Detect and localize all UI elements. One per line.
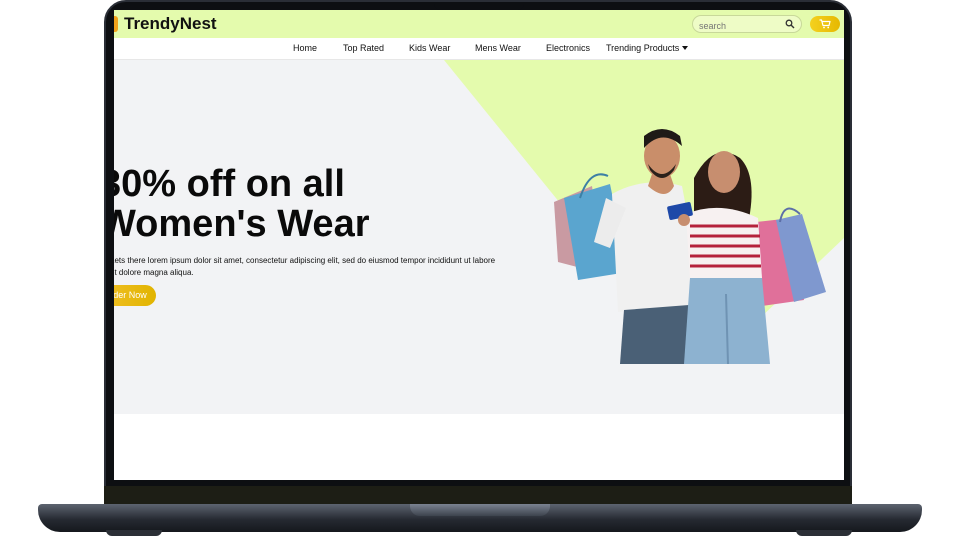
search-icon[interactable] [785, 19, 795, 29]
hero-banner: 30% off on all Women's Wear Lets there l… [114, 60, 844, 414]
camera-notch [434, 2, 524, 10]
cart-icon [819, 19, 831, 29]
nav-home[interactable]: Home [293, 43, 317, 53]
chevron-down-icon [682, 46, 689, 50]
hero-couple-photo [554, 129, 826, 364]
nav-electronics[interactable]: Electronics [546, 43, 590, 53]
cart-button[interactable] [810, 16, 840, 32]
search-box[interactable] [692, 15, 802, 34]
hero-description: Lets there lorem ipsum dolor sit amet, c… [114, 256, 496, 277]
laptop-foot-left [106, 530, 162, 536]
main-nav: Home Top Rated Kids Wear Mens Wear Elect… [114, 38, 844, 60]
brand-logo-mark [114, 16, 118, 32]
laptop-chin [104, 486, 852, 506]
nav-mens-wear[interactable]: Mens Wear [475, 43, 521, 53]
nav-top-rated[interactable]: Top Rated [343, 43, 384, 53]
nav-trending-products[interactable]: Trending Products [606, 43, 689, 53]
laptop-base-groove [410, 504, 550, 516]
hero-title-line-1: 30% off on all [114, 163, 345, 205]
hero-title-line-2: Women's Wear [114, 203, 370, 245]
nav-trending-label: Trending Products [606, 43, 680, 53]
order-now-button[interactable]: Order Now [114, 285, 156, 306]
top-bar: TrendyNest [114, 10, 844, 38]
search-input[interactable] [693, 18, 779, 34]
brand-name[interactable]: TrendyNest [124, 14, 217, 34]
hero-title: 30% off on all Women's Wear [114, 164, 370, 244]
screen: TrendyNest Home Top Rated Kids Wear Mens… [114, 10, 844, 480]
nav-kids-wear[interactable]: Kids Wear [409, 43, 450, 53]
laptop-foot-right [796, 530, 852, 536]
